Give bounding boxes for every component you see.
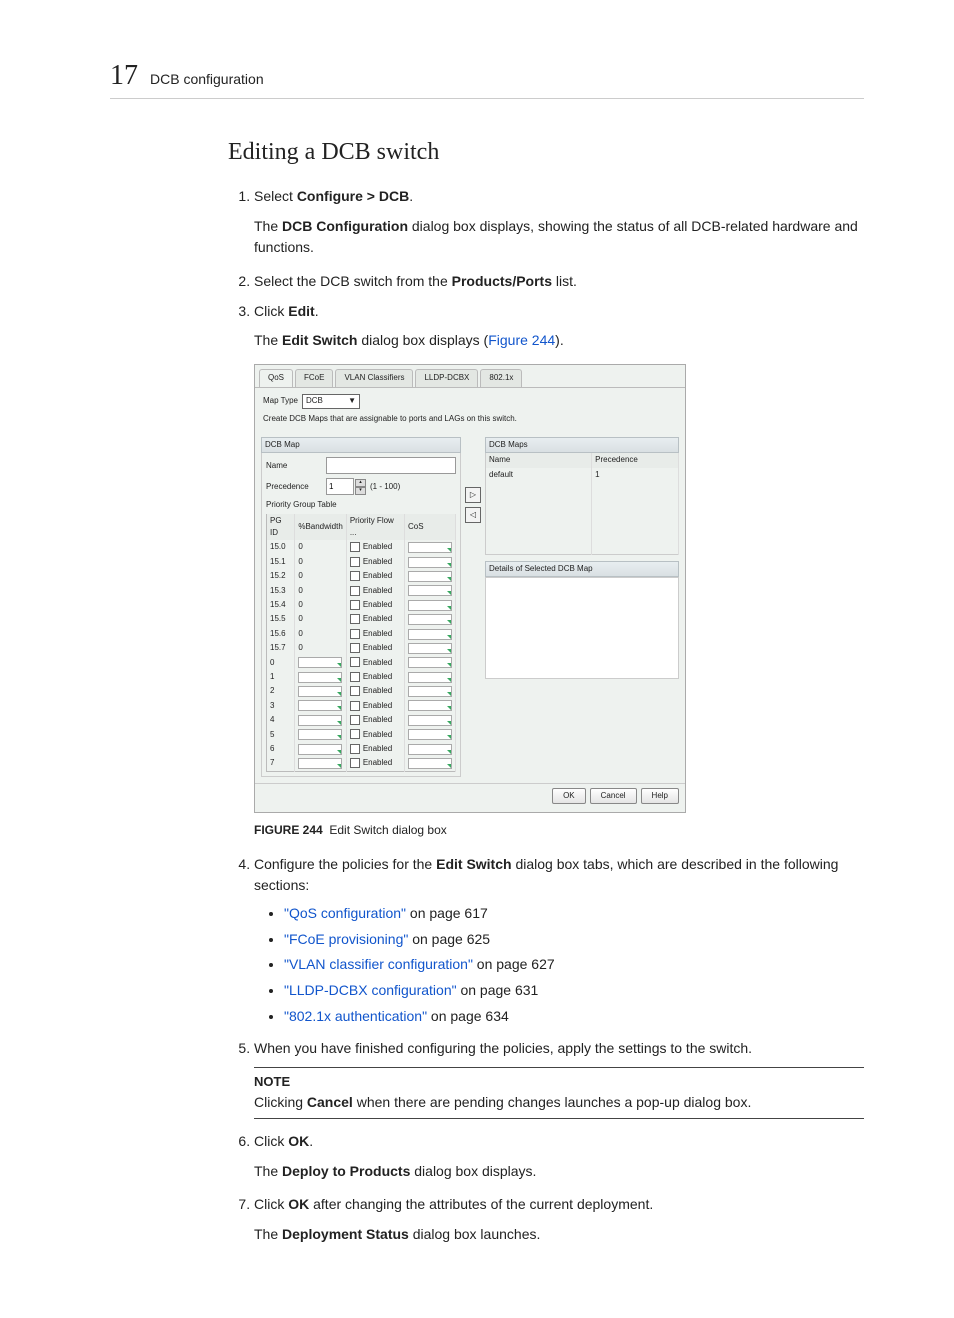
step-2: Select the DCB switch from the Products/… [254,271,864,293]
step-1-sub: The DCB Configuration dialog box display… [254,216,864,259]
step-3-sub: The Edit Switch dialog box displays (Fig… [254,330,864,352]
pgt-row: 5Enabled [267,728,456,742]
link-vlan[interactable]: "VLAN classifier configuration" [284,956,473,972]
edit-switch-dialog: QoS FCoE VLAN Classifiers LLDP-DCBX 802.… [254,364,686,813]
tab-fcoe[interactable]: FCoE [295,369,333,386]
pgt-row: 2Enabled [267,684,456,698]
precedence-range: (1 - 100) [370,481,400,493]
pgt-row: 15.00Enabled [267,540,456,554]
pgt-row: 4Enabled [267,713,456,727]
link-fcoe[interactable]: "FCoE provisioning" [284,931,408,947]
checkbox-icon [350,557,360,567]
dcb-maps-table: Name Precedence default 1 [485,453,679,555]
checkbox-icon [350,586,360,596]
step-3: Click Edit. The Edit Switch dialog box d… [254,301,864,840]
tab-8021x[interactable]: 802.1x [480,369,522,386]
dcb-maps-header: DCB Maps [485,437,679,453]
step-6: Click OK. The Deploy to Products dialog … [254,1131,864,1182]
spin-down-icon[interactable]: ▾ [355,487,366,495]
checkbox-icon [350,643,360,653]
dcb-map-header: DCB Map [261,437,461,453]
arrow-left-button[interactable]: ◁ [465,507,481,523]
pgt-row: 15.60Enabled [267,627,456,641]
pgt-row: 15.50Enabled [267,612,456,626]
pgt-row: 0Enabled [267,656,456,670]
checkbox-icon [350,744,360,754]
note-block: NOTE Clicking Cancel when there are pend… [254,1067,864,1119]
tab-lldp-dcbx[interactable]: LLDP-DCBX [415,369,478,386]
precedence-label: Precedence [266,481,322,493]
tab-vlan-classifiers[interactable]: VLAN Classifiers [335,369,413,386]
maps-row[interactable]: default 1 [486,468,679,482]
ok-button[interactable]: OK [552,788,586,804]
links-list: "QoS configuration" on page 617 "FCoE pr… [254,903,864,1027]
pgt-row: 1Enabled [267,670,456,684]
chapter-number: 17 [110,60,138,92]
figure-244-link[interactable]: Figure 244 [488,332,555,348]
checkbox-icon [350,629,360,639]
section-title: Editing a DCB switch [228,139,864,166]
checkbox-icon [350,715,360,725]
pgt-header: Priority Group Table [266,499,456,511]
link-lldp[interactable]: "LLDP-DCBX configuration" [284,982,457,998]
steps-list: Select Configure > DCB. The DCB Configur… [228,186,864,1246]
step-4: Configure the policies for the Edit Swit… [254,854,864,1028]
checkbox-icon [350,686,360,696]
step-1: Select Configure > DCB. The DCB Configur… [254,186,864,259]
pgt-row: 6Enabled [267,742,456,756]
pgt-row: 15.70Enabled [267,641,456,655]
step-6-sub: The Deploy to Products dialog box displa… [254,1161,864,1183]
page-header: 17 DCB configuration [110,60,864,99]
link-qos[interactable]: "QoS configuration" [284,905,406,921]
link-8021x[interactable]: "802.1x authentication" [284,1008,427,1024]
cancel-button[interactable]: Cancel [590,788,637,804]
figure-caption: FIGURE 244 Edit Switch dialog box [254,821,864,840]
step-7: Click OK after changing the attributes o… [254,1194,864,1245]
chapter-title: DCB configuration [150,71,264,87]
dialog-instruction: Create DCB Maps that are assignable to p… [263,413,677,425]
precedence-spinner[interactable]: ▴▾ [326,478,366,495]
pgt-row: 15.20Enabled [267,569,456,583]
checkbox-icon [350,701,360,711]
tab-qos[interactable]: QoS [259,369,293,386]
pgt-row: 15.40Enabled [267,598,456,612]
checkbox-icon [350,614,360,624]
map-type-dropdown[interactable]: DCB ▼ [302,394,360,409]
checkbox-icon [350,542,360,552]
arrow-right-button[interactable]: ▷ [465,487,481,503]
dialog-tabs: QoS FCoE VLAN Classifiers LLDP-DCBX 802.… [255,365,685,387]
caret-down-icon: ▼ [348,395,356,407]
checkbox-icon [350,657,360,667]
checkbox-icon [350,758,360,768]
pgt-row: 3Enabled [267,699,456,713]
step-5: When you have finished configuring the p… [254,1038,864,1120]
pgt-row: 15.30Enabled [267,584,456,598]
name-label: Name [266,460,322,472]
checkbox-icon [350,571,360,581]
help-button[interactable]: Help [641,788,679,804]
priority-group-table: PG ID %Bandwidth Priority Flow ... CoS 1… [266,514,456,772]
checkbox-icon [350,672,360,682]
checkbox-icon [350,600,360,610]
spin-up-icon[interactable]: ▴ [355,479,366,487]
map-type-label: Map Type [263,395,298,407]
checkbox-icon [350,729,360,739]
name-input[interactable] [326,457,456,474]
details-area [485,577,679,679]
pgt-row: 7Enabled [267,756,456,771]
details-header: Details of Selected DCB Map [485,561,679,577]
pgt-row: 15.10Enabled [267,555,456,569]
